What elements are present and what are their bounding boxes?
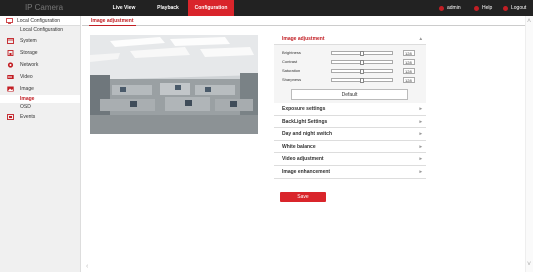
network-icon bbox=[7, 62, 14, 68]
brightness-label: Brightness bbox=[282, 50, 301, 55]
chevron-right-icon: ▸ bbox=[419, 106, 422, 112]
chevron-right-icon: ▸ bbox=[419, 156, 422, 163]
sidebar-subitem-osd[interactable]: OSD bbox=[0, 103, 80, 111]
sidebar-item-local-configuration[interactable]: Local Configuration bbox=[0, 26, 80, 35]
help-label: Help bbox=[482, 5, 493, 11]
section-backlight-settings[interactable]: BackLight Settings ▸ bbox=[274, 115, 426, 129]
storage-icon bbox=[7, 50, 14, 56]
sidebar-item-label: Video bbox=[20, 74, 33, 80]
sidebar-item-label: Storage bbox=[20, 50, 38, 56]
tab-image-adjustment[interactable]: Image adjustment bbox=[89, 16, 136, 26]
sharpness-value[interactable]: 128 bbox=[403, 76, 415, 83]
slider-thumb[interactable] bbox=[360, 50, 364, 56]
sidebar-item-image[interactable]: Image bbox=[0, 83, 80, 95]
image-adjustment-body: Brightness 128 Contrast 128 Saturation 1… bbox=[274, 45, 426, 103]
sidebar-header-label: Local Configuration bbox=[17, 17, 61, 24]
sidebar-item-label: Events bbox=[20, 114, 36, 120]
section-label: Exposure settings bbox=[282, 106, 326, 112]
sidebar-item-label: System bbox=[20, 38, 37, 44]
sidebar: Local Configuration Local Configuration … bbox=[0, 16, 81, 272]
sidebar-item-label: Network bbox=[20, 62, 39, 68]
sidebar-header[interactable]: Local Configuration bbox=[0, 16, 80, 26]
section-image-enhancement[interactable]: Image enhancement ▸ bbox=[274, 165, 426, 179]
section-white-balance[interactable]: White balance ▸ bbox=[274, 140, 426, 154]
nav-playback[interactable]: Playback bbox=[148, 0, 188, 16]
saturation-value[interactable]: 128 bbox=[403, 67, 415, 74]
section-label: Day and night switch bbox=[282, 131, 333, 138]
image-icon bbox=[7, 86, 14, 92]
sharpness-row: Sharpness 128 bbox=[274, 75, 426, 84]
saturation-label: Saturation bbox=[282, 68, 301, 73]
contrast-label: Contrast bbox=[282, 59, 298, 64]
slider-thumb[interactable] bbox=[360, 59, 364, 65]
monitor-icon bbox=[6, 17, 13, 24]
admin-label: admin bbox=[447, 5, 461, 11]
scroll-down-icon[interactable]: ˅ bbox=[527, 261, 531, 268]
chevron-up-icon: ▴ bbox=[419, 36, 422, 42]
save-button[interactable]: Save bbox=[280, 192, 326, 202]
saturation-row: Saturation 128 bbox=[274, 66, 426, 75]
section-exposure-settings[interactable]: Exposure settings ▸ bbox=[274, 103, 426, 116]
admin-link[interactable]: admin bbox=[439, 0, 461, 16]
nav-configuration[interactable]: Configuration bbox=[188, 0, 234, 16]
default-button[interactable]: Default bbox=[291, 89, 408, 100]
sidebar-subitem-image[interactable]: Image bbox=[0, 95, 80, 103]
sharpness-slider[interactable] bbox=[331, 77, 393, 83]
section-day-night-switch[interactable]: Day and night switch ▸ bbox=[274, 128, 426, 141]
brightness-row: Brightness 128 bbox=[274, 48, 426, 57]
chevron-right-icon: ▸ bbox=[419, 143, 422, 150]
vertical-scrollbar[interactable]: ˄ ˅ bbox=[525, 16, 533, 272]
logout-icon bbox=[503, 5, 508, 11]
sharpness-label: Sharpness bbox=[282, 77, 302, 82]
chevron-right-icon: ▸ bbox=[419, 118, 422, 125]
user-icon bbox=[439, 5, 444, 11]
logout-link[interactable]: Logout bbox=[503, 0, 526, 16]
tab-bar: Image adjustment bbox=[82, 16, 533, 26]
chevron-right-icon: ▸ bbox=[419, 131, 422, 138]
sidebar-item-events[interactable]: Events bbox=[0, 111, 80, 123]
scroll-left-icon[interactable]: ‹ bbox=[86, 263, 88, 270]
logout-label: Logout bbox=[511, 5, 527, 11]
brand-logo: IP Camera bbox=[24, 3, 64, 12]
scroll-up-icon[interactable]: ˄ bbox=[527, 18, 531, 25]
section-video-adjustment[interactable]: Video adjustment ▸ bbox=[274, 153, 426, 166]
panel-title: Image adjustment bbox=[282, 36, 325, 42]
section-label: Video adjustment bbox=[282, 156, 324, 163]
contrast-row: Contrast 128 bbox=[274, 57, 426, 66]
section-label: Image enhancement bbox=[282, 168, 331, 175]
brightness-slider[interactable] bbox=[331, 50, 393, 56]
saturation-slider[interactable] bbox=[331, 68, 393, 74]
top-bar: IP Camera Live View Playback Configurati… bbox=[0, 0, 533, 16]
contrast-slider[interactable] bbox=[331, 59, 393, 65]
sidebar-item-label: Image bbox=[20, 86, 34, 92]
slider-thumb[interactable] bbox=[360, 77, 364, 83]
image-adjustment-header[interactable]: Image adjustment ▴ bbox=[274, 34, 426, 45]
sidebar-item-storage[interactable]: Storage bbox=[0, 47, 80, 59]
sidebar-item-network[interactable]: Network bbox=[0, 59, 80, 71]
chevron-right-icon: ▸ bbox=[419, 168, 422, 175]
system-icon bbox=[7, 38, 14, 44]
sidebar-item-system[interactable]: System bbox=[0, 35, 80, 47]
camera-preview bbox=[90, 35, 258, 134]
image-settings-panel: Image adjustment ▴ Brightness 128 Contra… bbox=[274, 34, 426, 179]
slider-thumb[interactable] bbox=[360, 68, 364, 74]
section-label: BackLight Settings bbox=[282, 118, 328, 125]
nav-live-view[interactable]: Live View bbox=[104, 0, 144, 16]
events-icon bbox=[7, 114, 14, 120]
sidebar-item-video[interactable]: Video bbox=[0, 71, 80, 83]
contrast-value[interactable]: 128 bbox=[403, 58, 415, 65]
video-icon bbox=[7, 74, 14, 80]
help-link[interactable]: Help bbox=[474, 0, 492, 16]
help-icon bbox=[474, 5, 479, 11]
section-label: White balance bbox=[282, 143, 316, 150]
brightness-value[interactable]: 128 bbox=[403, 49, 415, 56]
